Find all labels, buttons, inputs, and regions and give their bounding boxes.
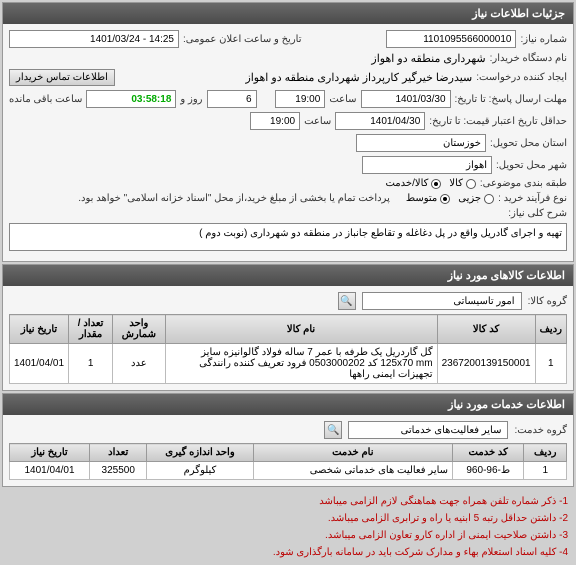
col-code: کد کالا: [437, 315, 535, 344]
col-name: نام خدمت: [253, 444, 453, 462]
radio-kk-label: کالا/خدمت: [385, 178, 428, 189]
table-row[interactable]: 1 2367200139150001 گل گاردریل یک طرفه با…: [10, 344, 567, 384]
radio-dot-icon: [466, 179, 476, 189]
min-valid-label: حداقل تاریخ اعتبار قیمت: تا تاریخ:: [429, 116, 567, 127]
col-name: نام کالا: [165, 315, 437, 344]
panel-title: اطلاعات کالاهای مورد نیاز: [448, 270, 565, 282]
radio-kala[interactable]: کالا: [449, 178, 476, 189]
proc-note: پرداخت تمام یا بخشی از مبلغ خرید،از محل …: [78, 193, 390, 204]
col-row: ردیف: [535, 315, 566, 344]
col-qty: تعداد / مقدار: [69, 315, 113, 344]
panel-header: اطلاعات خدمات مورد نیاز: [3, 394, 573, 415]
need-no-field: 1101095566000010: [386, 30, 516, 48]
contact-buyer-button[interactable]: اطلاعات تماس خریدار: [9, 69, 115, 86]
goods-panel: اطلاعات کالاهای مورد نیاز گروه کالا: امو…: [2, 264, 574, 391]
radio-dot-icon: [484, 194, 494, 204]
panel-body: گروه خدمت: سایر فعالیت‌های خدماتی 🔍 ردیف…: [3, 415, 573, 486]
cell-qty: 325500: [90, 462, 147, 480]
search-icon[interactable]: 🔍: [324, 421, 342, 439]
cell-row: 1: [524, 462, 567, 480]
note-line: 3- داشتن صلاحیت ایمنی از اداره کارو تعاو…: [8, 527, 568, 544]
notes-section: 1- ذکر شماره تلفن همراه جهت هماهنگی لازم…: [0, 489, 576, 565]
buyer-value: شهرداری منطقه دو اهواز: [371, 52, 485, 65]
days-field: 6: [207, 90, 257, 108]
radio-medium-label: متوسط: [406, 193, 437, 204]
cell-code: ط-96-960: [453, 462, 524, 480]
panel-body: گروه کالا: امور تاسیساتی 🔍 ردیف کد کالا …: [3, 286, 573, 390]
panel-header: جزئیات اطلاعات نیاز: [3, 3, 573, 24]
buyer-label: نام دستگاه خریدار:: [490, 53, 567, 64]
service-group-label: گروه خدمت:: [514, 425, 567, 436]
panel-header: اطلاعات کالاهای مورد نیاز: [3, 265, 573, 286]
remaining-time-field: 03:58:18: [86, 90, 176, 108]
goods-table: ردیف کد کالا نام کالا واحد شمارش تعداد /…: [9, 314, 567, 384]
goods-group-label: گروه کالا:: [528, 296, 567, 307]
deadline-date-field: 1401/03/30: [361, 90, 451, 108]
province-field: خوزستان: [356, 134, 486, 152]
min-valid-time-field: 19:00: [250, 112, 300, 130]
proc-radio-group: جزیی متوسط: [406, 193, 494, 204]
radio-partial-label: جزیی: [458, 193, 481, 204]
cell-row: 1: [535, 344, 566, 384]
col-code: کد خدمت: [453, 444, 524, 462]
description-box: تهیه و اجرای گادریل واقع در پل دغاغله و …: [9, 223, 567, 251]
time-label-1: ساعت: [329, 94, 356, 105]
deadline-time-field: 19:00: [275, 90, 325, 108]
cell-name: سایر فعالیت های خدماتی شخصی: [253, 462, 453, 480]
panel-body: شماره نیاز: 1101095566000010 تاریخ و ساع…: [3, 24, 573, 261]
need-details-panel: جزئیات اطلاعات نیاز شماره نیاز: 11010955…: [2, 2, 574, 262]
radio-kala-khadamat[interactable]: کالا/خدمت: [385, 178, 441, 189]
city-field: اهواز: [362, 156, 492, 174]
radio-dot-on-icon: [431, 179, 441, 189]
time-label-2: ساعت: [304, 116, 331, 127]
remaining-label: ساعت باقی مانده: [9, 94, 82, 105]
service-group-field: سایر فعالیت‌های خدماتی: [348, 421, 508, 439]
radio-kala-label: کالا: [449, 178, 463, 189]
services-table: ردیف کد خدمت نام خدمت واحد اندازه گیری ت…: [9, 443, 567, 480]
desc-label: شرح کلی نیاز:: [508, 208, 567, 219]
note-line: 2- داشتن حداقل رتبه 5 ابنیه یا راه و ترا…: [8, 510, 568, 527]
col-date: تاریخ نیاز: [10, 315, 69, 344]
category-label: طبقه بندی موضوعی:: [480, 178, 567, 189]
col-unit: واحد اندازه گیری: [147, 444, 253, 462]
category-radio-group: کالا کالا/خدمت: [385, 178, 475, 189]
province-label: استان محل تحویل:: [490, 138, 567, 149]
col-row: ردیف: [524, 444, 567, 462]
min-valid-date-field: 1401/04/30: [335, 112, 425, 130]
deadline-label: مهلت ارسال پاسخ: تا تاریخ:: [455, 94, 567, 105]
radio-dot-on-icon: [440, 194, 450, 204]
panel-title: اطلاعات خدمات مورد نیاز: [448, 399, 565, 411]
services-panel: اطلاعات خدمات مورد نیاز گروه خدمت: سایر …: [2, 393, 574, 487]
proc-label: نوع فرآیند خرید :: [498, 193, 567, 204]
panel-title: جزئیات اطلاعات نیاز: [472, 8, 565, 20]
cell-qty: 1: [69, 344, 113, 384]
cell-code: 2367200139150001: [437, 344, 535, 384]
need-no-label: شماره نیاز:: [520, 34, 567, 45]
col-unit: واحد شمارش: [113, 315, 165, 344]
cell-name: گل گاردریل یک طرفه با عمر 7 ساله فولاد گ…: [165, 344, 437, 384]
radio-medium[interactable]: متوسط: [406, 193, 450, 204]
cell-unit: کیلوگرم: [147, 462, 253, 480]
cell-date: 1401/04/01: [10, 462, 90, 480]
goods-group-field: امور تاسیساتی: [362, 292, 522, 310]
note-line: 4- کلیه اسناد استعلام بهاء و مدارک شرکت …: [8, 544, 568, 561]
city-label: شهر محل تحویل:: [496, 160, 567, 171]
cell-date: 1401/04/01: [10, 344, 69, 384]
radio-partial[interactable]: جزیی: [458, 193, 494, 204]
col-date: تاریخ نیاز: [10, 444, 90, 462]
col-qty: تعداد: [90, 444, 147, 462]
creator-label: ایجاد کننده درخواست:: [476, 72, 567, 83]
note-line: 1- ذکر شماره تلفن همراه جهت هماهنگی لازم…: [8, 493, 568, 510]
day-label: روز و: [180, 94, 202, 105]
creator-value: سیدرضا خیرگیر کارپرداز شهرداری منطقه دو …: [245, 71, 472, 84]
table-row[interactable]: 1 ط-96-960 سایر فعالیت های خدماتی شخصی ک…: [10, 462, 567, 480]
public-time-field: 14:25 - 1401/03/24: [9, 30, 179, 48]
public-time-label: تاریخ و ساعت اعلان عمومی:: [183, 34, 302, 45]
search-icon[interactable]: 🔍: [338, 292, 356, 310]
cell-unit: عدد: [113, 344, 165, 384]
